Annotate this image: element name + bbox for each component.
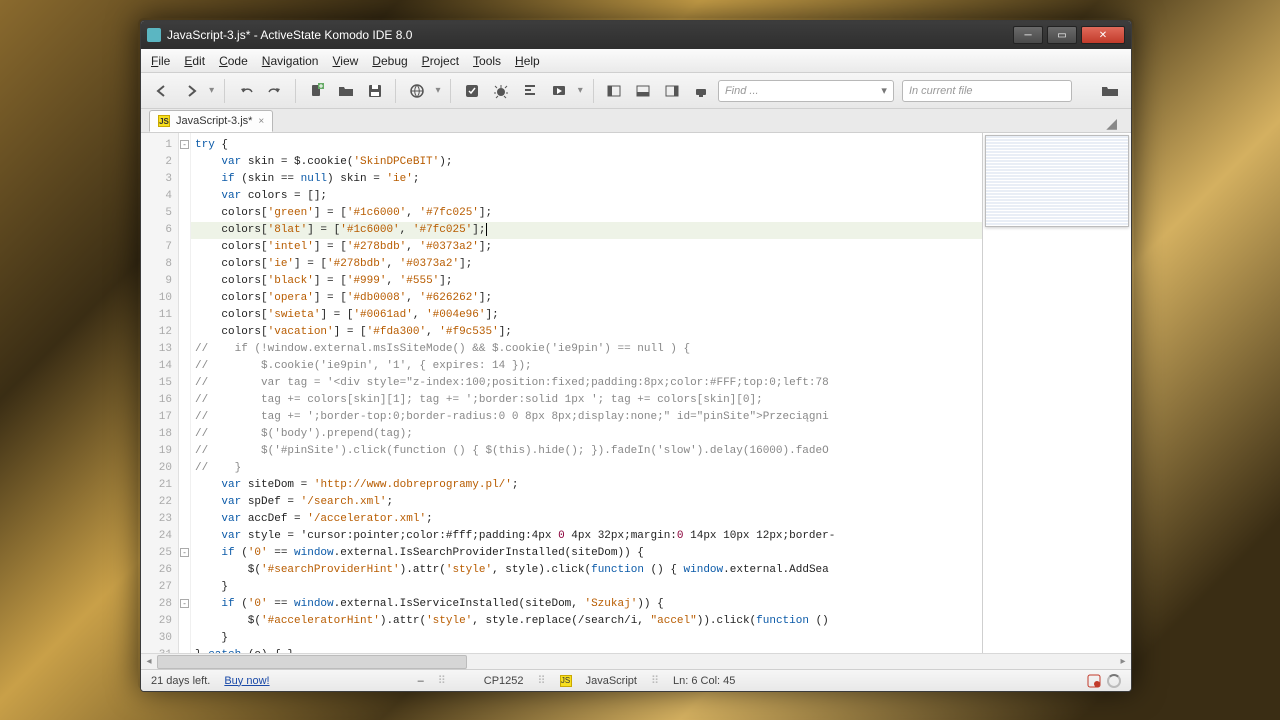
close-button[interactable]: ✕ (1081, 26, 1125, 44)
find-scope[interactable]: In current file (902, 80, 1072, 102)
trial-status: 21 days left. (151, 675, 210, 687)
handle-icon[interactable]: ⠿ (651, 674, 659, 687)
open-folder-button[interactable] (1098, 78, 1123, 104)
fullscreen-button[interactable] (689, 78, 714, 104)
scrollbar-thumb[interactable] (157, 655, 467, 669)
cursor-position: Ln: 6 Col: 45 (673, 675, 735, 687)
menu-edit[interactable]: Edit (184, 54, 205, 68)
undo-button[interactable] (233, 78, 258, 104)
line-number-gutter[interactable]: 1234567891011121314151617181920212223242… (141, 133, 179, 653)
menu-tools[interactable]: Tools (473, 54, 501, 68)
panel-right-button[interactable] (660, 78, 685, 104)
buy-now-link[interactable]: Buy now! (224, 675, 269, 687)
tab-label: JavaScript-3.js* (176, 115, 252, 127)
js-icon: JS (158, 115, 170, 127)
fold-column[interactable]: --- (179, 133, 191, 653)
menu-navigation[interactable]: Navigation (262, 54, 319, 68)
sidepane-toggle[interactable]: ◢ (1100, 115, 1123, 132)
format-button[interactable] (518, 78, 543, 104)
horizontal-scrollbar[interactable]: ◂ ▸ (141, 653, 1131, 669)
handle-icon[interactable]: ⠿ (438, 674, 446, 687)
menu-project[interactable]: Project (422, 54, 459, 68)
menubar: File Edit Code Navigation View Debug Pro… (141, 49, 1131, 73)
close-tab-icon[interactable]: × (258, 116, 264, 127)
run-button[interactable] (547, 78, 572, 104)
save-button[interactable] (362, 78, 387, 104)
new-file-button[interactable] (304, 78, 329, 104)
menu-file[interactable]: File (151, 54, 170, 68)
editor-tab[interactable]: JS JavaScript-3.js* × (149, 110, 273, 132)
minimize-button[interactable]: ─ (1013, 26, 1043, 44)
scroll-right-icon[interactable]: ▸ (1115, 656, 1131, 667)
scroll-left-icon[interactable]: ◂ (141, 656, 157, 667)
open-button[interactable] (333, 78, 358, 104)
menu-help[interactable]: Help (515, 54, 540, 68)
encoding-selector[interactable]: CP1252 (484, 675, 524, 687)
menu-view[interactable]: View (332, 54, 358, 68)
app-icon (147, 28, 161, 42)
back-button[interactable] (149, 78, 174, 104)
forward-button[interactable] (178, 78, 203, 104)
minimap[interactable] (983, 133, 1131, 653)
window-title: JavaScript-3.js* - ActiveState Komodo ID… (167, 28, 412, 42)
activity-icon (1107, 674, 1121, 688)
menu-debug[interactable]: Debug (372, 54, 407, 68)
status-dash: – (418, 675, 424, 687)
code-content[interactable]: try { var skin = $.cookie('SkinDPCeBIT')… (191, 133, 982, 653)
js-icon: JS (560, 675, 572, 687)
editor: 1234567891011121314151617181920212223242… (141, 133, 1131, 653)
browser-preview-button[interactable] (404, 78, 429, 104)
panel-bottom-button[interactable] (631, 78, 656, 104)
minimap-viewport[interactable] (985, 135, 1129, 227)
syntax-check-button[interactable] (459, 78, 484, 104)
maximize-button[interactable]: ▭ (1047, 26, 1077, 44)
tabbar: JS JavaScript-3.js* × ◢ (141, 109, 1131, 133)
toolbar: ▾ ▾ ▾ Find ... In current file (141, 73, 1131, 109)
sync-icon[interactable] (1087, 674, 1101, 688)
debug-button[interactable] (489, 78, 514, 104)
language-selector[interactable]: JavaScript (586, 675, 637, 687)
menu-code[interactable]: Code (219, 54, 248, 68)
panel-left-button[interactable] (602, 78, 627, 104)
handle-icon[interactable]: ⠿ (538, 674, 546, 687)
find-input[interactable]: Find ... (718, 80, 894, 102)
app-window: JavaScript-3.js* - ActiveState Komodo ID… (140, 20, 1132, 692)
redo-button[interactable] (262, 78, 287, 104)
statusbar: 21 days left. Buy now! – ⠿ CP1252 ⠿ JS J… (141, 669, 1131, 691)
titlebar[interactable]: JavaScript-3.js* - ActiveState Komodo ID… (141, 21, 1131, 49)
